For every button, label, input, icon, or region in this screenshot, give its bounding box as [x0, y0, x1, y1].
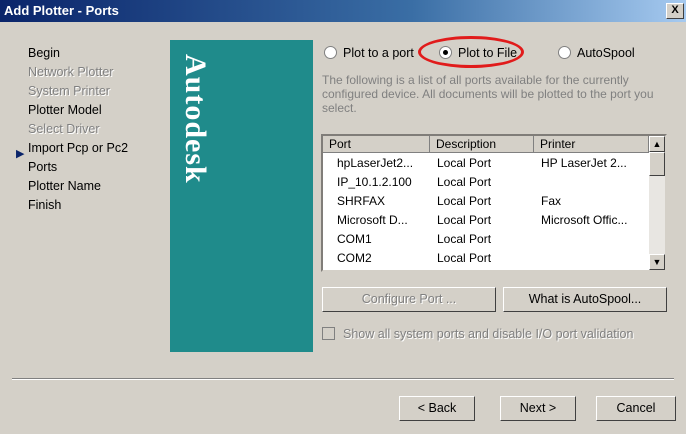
- show-system-ports-label: Show all system ports and disable I/O po…: [343, 327, 634, 341]
- cell-description: Local Port: [437, 194, 492, 208]
- cell-description: Local Port: [437, 232, 492, 246]
- radio-plot-to-port-label: Plot to a port: [343, 46, 414, 60]
- scrollbar-thumb[interactable]: [649, 152, 665, 176]
- cell-port: COM1: [337, 232, 372, 246]
- cell-description: Local Port: [437, 175, 492, 189]
- cell-printer: Microsoft Offic...: [541, 213, 628, 227]
- checkbox-icon[interactable]: [322, 327, 335, 340]
- column-header-port[interactable]: Port: [323, 136, 430, 153]
- radio-autospool[interactable]: AutoSpool: [558, 44, 635, 62]
- next-button[interactable]: Next >: [500, 396, 576, 421]
- cell-port: COM2: [337, 251, 372, 265]
- table-row[interactable]: COM1 Local Port: [323, 230, 649, 248]
- step-plotter-name: Plotter Name: [28, 179, 101, 193]
- table-row[interactable]: IP_10.1.2.100 Local Port: [323, 173, 649, 191]
- step-network-plotter: Network Plotter: [28, 65, 114, 79]
- add-plotter-dialog: Add Plotter - Ports X ▶ Begin Network Pl…: [0, 0, 686, 434]
- cell-description: Local Port: [437, 213, 492, 227]
- column-header-description[interactable]: Description: [430, 136, 534, 153]
- radio-button-icon[interactable]: [558, 46, 571, 59]
- table-row[interactable]: Microsoft D... Local Port Microsoft Offi…: [323, 211, 649, 229]
- ports-list[interactable]: Port Description Printer hpLaserJet2... …: [321, 134, 667, 272]
- cell-description: Local Port: [437, 251, 492, 265]
- vertical-scrollbar[interactable]: ▲ ▼: [649, 136, 665, 270]
- configure-port-button[interactable]: Configure Port ...: [322, 287, 496, 312]
- autodesk-logo: Autodesk: [179, 54, 212, 184]
- close-button[interactable]: X: [666, 3, 684, 19]
- step-system-printer: System Printer: [28, 84, 110, 98]
- step-begin: Begin: [28, 46, 60, 60]
- scroll-up-icon[interactable]: ▲: [649, 136, 665, 152]
- show-system-ports-checkbox[interactable]: Show all system ports and disable I/O po…: [322, 327, 633, 341]
- cell-port: Microsoft D...: [337, 213, 408, 227]
- cell-printer: Fax: [541, 194, 562, 208]
- step-select-driver: Select Driver: [28, 122, 100, 136]
- cell-printer: HP LaserJet 2...: [541, 156, 627, 170]
- step-ports: Ports: [28, 160, 58, 174]
- radio-button-icon[interactable]: [324, 46, 337, 59]
- cell-description: Local Port: [437, 156, 492, 170]
- radio-autospool-label: AutoSpool: [577, 46, 635, 60]
- what-is-autospool-button[interactable]: What is AutoSpool...: [503, 287, 667, 312]
- red-highlight-circle: [418, 36, 524, 68]
- column-header-printer[interactable]: Printer: [534, 136, 649, 153]
- ports-list-header: Port Description Printer: [323, 136, 649, 153]
- window-title: Add Plotter - Ports: [4, 3, 119, 18]
- current-step-arrow-icon: ▶: [16, 148, 25, 160]
- autodesk-brand-panel: Autodesk: [170, 40, 313, 352]
- wizard-steps: Begin Network Plotter System Printer Plo…: [28, 44, 128, 215]
- radio-plot-to-port[interactable]: Plot to a port: [324, 44, 414, 62]
- step-plotter-model: Plotter Model: [28, 103, 102, 117]
- back-button[interactable]: < Back: [399, 396, 475, 421]
- cell-port: IP_10.1.2.100: [337, 175, 412, 189]
- title-bar: Add Plotter - Ports X: [0, 0, 686, 22]
- ports-description: The following is a list of all ports ava…: [322, 73, 654, 115]
- table-row[interactable]: COM2 Local Port: [323, 249, 649, 267]
- table-row[interactable]: hpLaserJet2... Local Port HP LaserJet 2.…: [323, 154, 649, 172]
- cancel-button[interactable]: Cancel: [596, 396, 676, 421]
- step-import-pcp: Import Pcp or Pc2: [28, 141, 129, 155]
- divider: [12, 378, 674, 380]
- table-row[interactable]: SHRFAX Local Port Fax: [323, 192, 649, 210]
- scroll-down-icon[interactable]: ▼: [649, 254, 665, 270]
- cell-port: SHRFAX: [337, 194, 386, 208]
- step-finish: Finish: [28, 198, 62, 212]
- cell-port: hpLaserJet2...: [337, 156, 414, 170]
